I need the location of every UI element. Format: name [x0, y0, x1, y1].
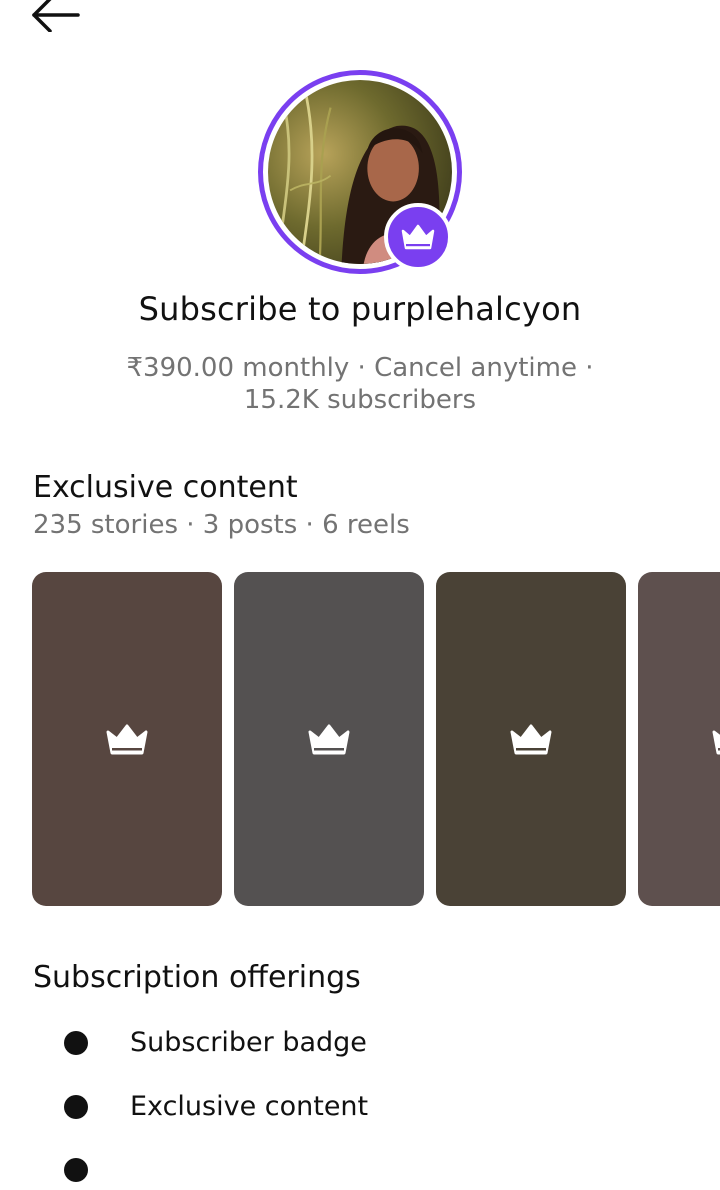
crown-icon: [106, 724, 148, 755]
bullet-icon: [64, 1095, 88, 1119]
exclusive-content-heading: Exclusive content: [33, 470, 298, 505]
back-button[interactable]: [28, 0, 84, 33]
offering-item: [64, 1150, 88, 1190]
profile-avatar-group: [258, 70, 462, 274]
offering-item: Exclusive content: [64, 1087, 368, 1127]
crown-icon: [401, 224, 435, 250]
bullet-icon: [64, 1158, 88, 1182]
exclusive-content-carousel[interactable]: [32, 572, 720, 906]
offering-label: Subscriber badge: [130, 1027, 367, 1058]
crown-icon: [308, 724, 350, 755]
crown-icon: [712, 730, 720, 755]
content-tile[interactable]: [234, 572, 424, 906]
exclusive-content-summary: 235 stories · 3 posts · 6 reels: [33, 510, 410, 540]
subscription-price-info: ₹390.00 monthly · Cancel anytime · 15.2K…: [126, 353, 594, 415]
content-tile[interactable]: [32, 572, 222, 906]
page-title: Subscribe to purplehalcyon: [138, 290, 582, 328]
subscription-offerings-heading: Subscription offerings: [33, 960, 361, 995]
subscriber-crown-badge: [384, 203, 452, 271]
content-tile[interactable]: [638, 572, 720, 906]
bullet-icon: [64, 1031, 88, 1055]
content-tile[interactable]: [436, 572, 626, 906]
offering-item: Subscriber badge: [64, 1023, 367, 1063]
arrow-left-icon: [32, 0, 80, 33]
offering-label: Exclusive content: [130, 1091, 369, 1122]
crown-icon: [510, 724, 552, 755]
